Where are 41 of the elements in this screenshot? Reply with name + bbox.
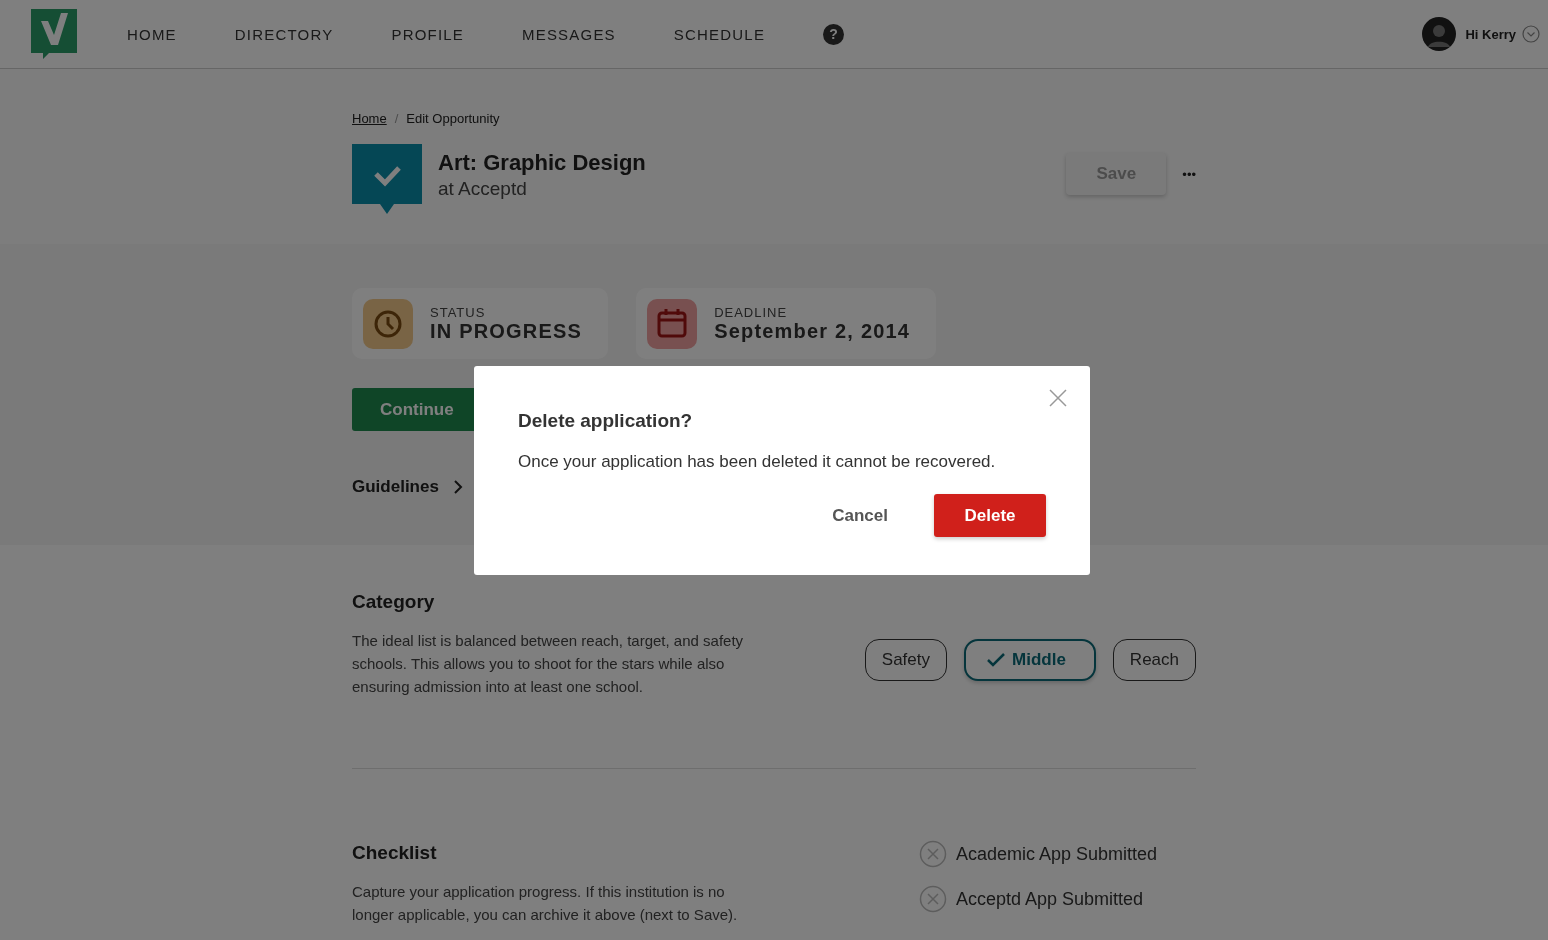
avatar-icon[interactable]	[1422, 17, 1457, 51]
section-heading: Category	[352, 591, 436, 613]
breadcrumb-separator: /	[394, 111, 399, 126]
category-option[interactable]: Reach	[1112, 638, 1196, 681]
cancel-button[interactable]: Cancel	[830, 497, 890, 534]
user-greeting[interactable]: Hi Kerry	[1465, 26, 1516, 42]
section-description: Capture your application progress. If this institution is no longer applicable, you can archive it above (next to Save).	[352, 882, 739, 925]
breadcrumb-current: Edit Opportunity	[406, 111, 500, 126]
opportunity-title: Art: Graphic Design	[438, 150, 646, 176]
stat-label: DEADLINE	[714, 304, 789, 320]
nav-link[interactable]: MESSAGES	[522, 25, 616, 43]
clock-icon	[363, 298, 413, 349]
chevron-icon	[452, 480, 463, 494]
unchecked-icon[interactable]	[919, 885, 947, 913]
unchecked-icon[interactable]	[919, 840, 947, 868]
nav-link[interactable]: DIRECTORY	[234, 25, 334, 43]
checklist-label: Academic App Submitted	[956, 843, 1158, 865]
nav-link[interactable]: HOME	[127, 25, 177, 43]
section-heading: Checklist	[352, 842, 438, 864]
dropdown-icon[interactable]	[1522, 25, 1540, 43]
stat-value: September 2, 2014	[714, 319, 911, 343]
help-icon[interactable]: ?	[823, 23, 845, 45]
close-icon[interactable]	[1048, 388, 1068, 408]
opportunity-subtitle: at Acceptd	[438, 178, 528, 200]
logo-icon[interactable]	[31, 9, 77, 59]
more-button[interactable]: •••	[1182, 166, 1196, 182]
dialog-message: Once your application has been deleted it cannot be recovered.	[518, 452, 997, 472]
calendar-icon	[647, 298, 698, 349]
check-badge-icon	[352, 144, 422, 214]
stat-value: IN PROGRESS	[430, 319, 583, 343]
section-description: The ideal list is balanced between reach, target, and safety schools. This allows you to shoot for the stars while also ensuring admission into at least one school.	[352, 631, 745, 697]
nav-link[interactable]: SCHEDULE	[673, 25, 766, 43]
nav-link[interactable]: PROFILE	[391, 25, 464, 43]
category-option[interactable]: Safety	[864, 638, 947, 681]
check-icon	[986, 651, 1006, 668]
checklist-label: Acceptd App Submitted	[956, 888, 1144, 910]
category-option[interactable]: Middle	[964, 638, 1096, 681]
stat-label: STATUS	[430, 304, 487, 320]
delete-button[interactable]: Delete	[934, 494, 1046, 537]
breadcrumb-link[interactable]: Home	[352, 111, 387, 126]
guidelines-link[interactable]: Guidelines	[352, 477, 463, 497]
